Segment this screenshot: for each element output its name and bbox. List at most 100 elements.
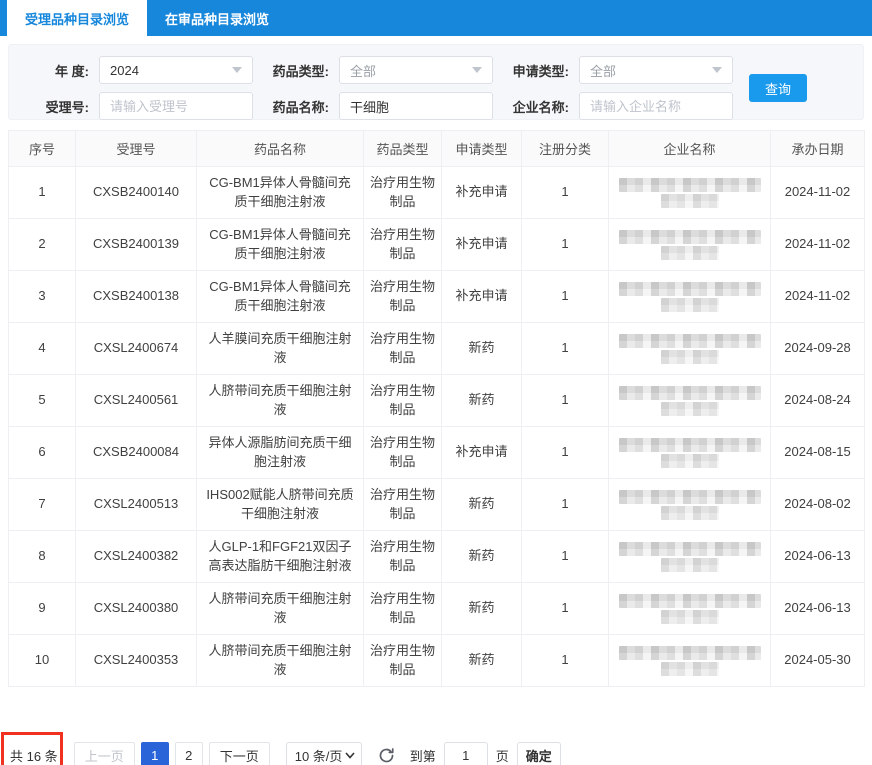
redacted-company-mosaic <box>615 437 764 468</box>
cell-accept-no: CXSL2400513 <box>75 478 197 531</box>
table-row: 2 CXSB2400139 CG-BM1异体人骨髓间充质干细胞注射液 治疗用生物… <box>8 218 865 271</box>
drug-type-select[interactable]: 全部 <box>339 56 493 84</box>
cell-drug-name: CG-BM1异体人骨髓间充质干细胞注射液 <box>196 166 364 219</box>
cell-app-type: 新药 <box>441 634 522 687</box>
table-row: 4 CXSL2400674 人羊膜间充质干细胞注射液 治疗用生物制品 新药 1 … <box>8 322 865 375</box>
cell-date: 2024-06-13 <box>770 582 865 635</box>
table-row: 9 CXSL2400380 人脐带间充质干细胞注射液 治疗用生物制品 新药 1 … <box>8 582 865 635</box>
page-button-1[interactable]: 1 <box>140 742 169 765</box>
cell-no: 2 <box>8 218 76 271</box>
cell-drug-type: 治疗用生物制品 <box>363 166 442 219</box>
cell-accept-no: CXSB2400084 <box>75 426 197 479</box>
cell-app-type: 新药 <box>441 478 522 531</box>
cell-drug-type: 治疗用生物制品 <box>363 270 442 323</box>
cell-no: 4 <box>8 322 76 375</box>
redacted-company-mosaic <box>615 229 764 260</box>
col-header-drug-type: 药品类型 <box>363 130 442 167</box>
goto-page-input[interactable] <box>443 742 488 765</box>
redacted-company-mosaic <box>615 177 764 208</box>
confirm-button[interactable]: 确定 <box>516 742 561 765</box>
accept-no-group: 受理号: <box>23 92 253 120</box>
prev-page-button[interactable]: 上一页 <box>73 742 135 765</box>
table-body: 1 CXSB2400140 CG-BM1异体人骨髓间充质干细胞注射液 治疗用生物… <box>8 166 865 687</box>
company-input[interactable] <box>579 92 733 120</box>
drug-name-input[interactable] <box>339 92 493 120</box>
col-header-accept-no: 受理号 <box>75 130 197 167</box>
cell-drug-type: 治疗用生物制品 <box>363 582 442 635</box>
app-type-select[interactable]: 全部 <box>579 56 733 84</box>
cell-date: 2024-06-13 <box>770 530 865 583</box>
cell-app-type: 新药 <box>441 530 522 583</box>
cell-date: 2024-08-02 <box>770 478 865 531</box>
col-header-app-type: 申请类型 <box>441 130 522 167</box>
accept-no-input[interactable] <box>99 92 253 120</box>
cell-drug-type: 治疗用生物制品 <box>363 322 442 375</box>
query-button[interactable]: 查询 <box>749 74 807 102</box>
cell-reg-class: 1 <box>521 270 609 323</box>
tab-under-review-catalog[interactable]: 在审品种目录浏览 <box>147 0 287 36</box>
cell-drug-name: 人脐带间充质干细胞注射液 <box>196 582 364 635</box>
year-label: 年 度: <box>55 63 89 79</box>
cell-accept-no: CXSB2400138 <box>75 270 197 323</box>
chevron-down-icon <box>345 751 355 759</box>
page-size-select[interactable]: 10 条/页 <box>285 742 362 765</box>
cell-company-redacted <box>608 582 771 635</box>
redacted-company-mosaic <box>615 489 764 520</box>
cell-app-type: 补充申请 <box>441 426 522 479</box>
cell-company-redacted <box>608 634 771 687</box>
table-row: 1 CXSB2400140 CG-BM1异体人骨髓间充质干细胞注射液 治疗用生物… <box>8 166 865 219</box>
cell-no: 1 <box>8 166 76 219</box>
cell-drug-name: CG-BM1异体人骨髓间充质干细胞注射液 <box>196 270 364 323</box>
cell-company-redacted <box>608 166 771 219</box>
redacted-company-mosaic <box>615 593 764 624</box>
cell-accept-no: CXSB2400139 <box>75 218 197 271</box>
redacted-company-mosaic <box>615 281 764 312</box>
cell-drug-type: 治疗用生物制品 <box>363 634 442 687</box>
cell-reg-class: 1 <box>521 634 609 687</box>
cell-accept-no: CXSL2400380 <box>75 582 197 635</box>
cell-drug-name: 异体人源脂肪间充质干细胞注射液 <box>196 426 364 479</box>
company-label: 企业名称: <box>512 99 569 115</box>
search-row-1: 年 度: 2024 药品类型: 全部 申请类型: 全部 <box>23 55 863 85</box>
cell-no: 10 <box>8 634 76 687</box>
goto-prefix-label: 到第 <box>409 748 436 764</box>
cell-reg-class: 1 <box>521 166 609 219</box>
page-button-2[interactable]: 2 <box>174 742 203 765</box>
drug-type-select-value: 全部 <box>350 63 377 79</box>
goto-suffix-label: 页 <box>495 748 509 764</box>
year-select[interactable]: 2024 <box>99 56 253 84</box>
cell-company-redacted <box>608 478 771 531</box>
app-type-select-value: 全部 <box>590 63 617 79</box>
cell-date: 2024-11-02 <box>770 166 865 219</box>
app-type-group: 申请类型: 全部 <box>503 56 733 84</box>
next-page-button[interactable]: 下一页 <box>208 742 270 765</box>
cell-company-redacted <box>608 218 771 271</box>
cell-company-redacted <box>608 426 771 479</box>
cell-drug-name: CG-BM1异体人骨髓间充质干细胞注射液 <box>196 218 364 271</box>
cell-accept-no: CXSL2400674 <box>75 322 197 375</box>
col-header-drug-name: 药品名称 <box>196 130 364 167</box>
cell-drug-type: 治疗用生物制品 <box>363 374 442 427</box>
cell-company-redacted <box>608 322 771 375</box>
tab-accepted-catalog[interactable]: 受理品种目录浏览 <box>7 0 148 36</box>
page-size-value: 10 条/页 <box>294 748 343 764</box>
cell-date: 2024-08-24 <box>770 374 865 427</box>
cell-app-type: 新药 <box>441 374 522 427</box>
cell-date: 2024-11-02 <box>770 218 865 271</box>
refresh-icon[interactable] <box>374 742 400 765</box>
cell-company-redacted <box>608 374 771 427</box>
total-count-text: 共 16 条 <box>10 748 58 764</box>
company-group: 企业名称: <box>503 92 733 120</box>
cell-app-type: 补充申请 <box>441 218 522 271</box>
cell-company-redacted <box>608 530 771 583</box>
cell-date: 2024-11-02 <box>770 270 865 323</box>
cell-no: 3 <box>8 270 76 323</box>
pagination-bar: 共 16 条 上一页 1 2 下一页 10 条/页 到第 页 确定 <box>10 742 561 765</box>
caret-down-icon <box>472 67 482 73</box>
caret-down-icon <box>232 67 242 73</box>
cell-reg-class: 1 <box>521 478 609 531</box>
cell-drug-name: 人羊膜间充质干细胞注射液 <box>196 322 364 375</box>
drug-type-group: 药品类型: 全部 <box>263 56 493 84</box>
col-header-company: 企业名称 <box>608 130 771 167</box>
redacted-company-mosaic <box>615 333 764 364</box>
